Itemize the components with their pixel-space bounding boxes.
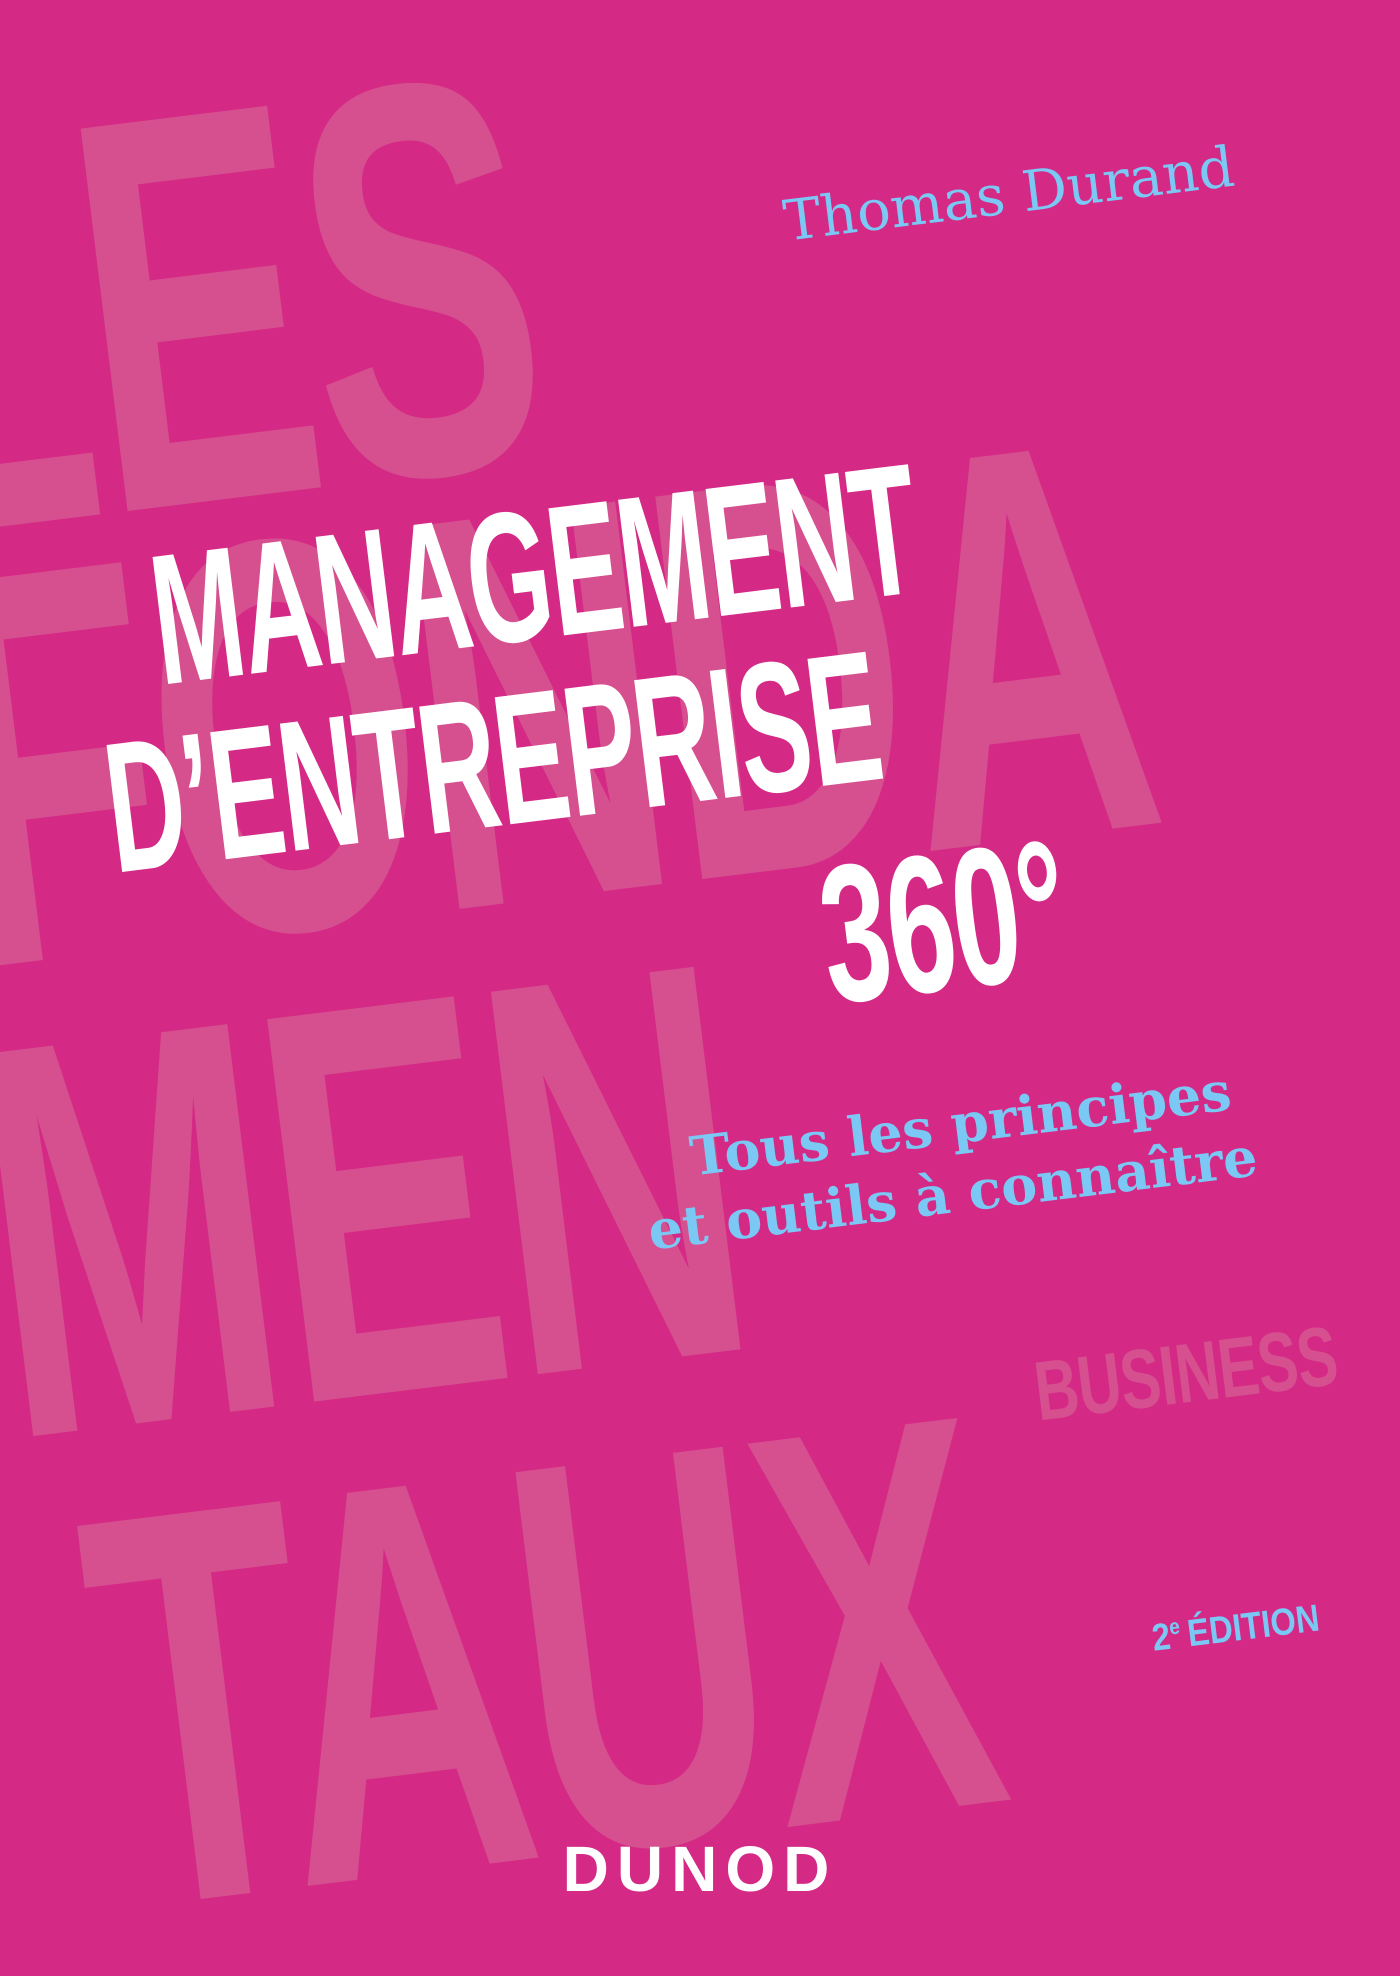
series-label: BUSINESS	[1029, 1308, 1343, 1439]
edition-label: ÉDITION	[1185, 1597, 1322, 1656]
edition-suffix: e	[1167, 1613, 1182, 1640]
background-word-taux: TAUX	[58, 1296, 1023, 1976]
edition-badge: 2e ÉDITION	[1150, 1597, 1322, 1660]
book-cover: LES FONDA MEN TAUX BUSINESS Thomas Duran…	[0, 0, 1400, 1976]
author-name: Thomas Durand	[780, 134, 1238, 255]
title-line-360: 360°	[808, 798, 1078, 1046]
publisher-logo: DUNOD	[562, 1833, 838, 1905]
